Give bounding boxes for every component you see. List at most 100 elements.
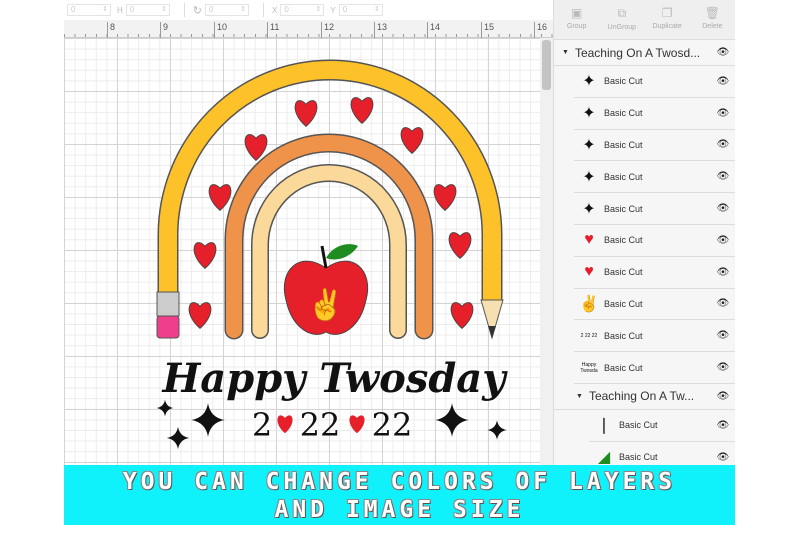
- ungroup-label: UnGroup: [607, 24, 637, 31]
- sparkle-icon: [487, 420, 507, 440]
- layer-row[interactable]: Happy Twosda Basic Cut 👁: [574, 352, 735, 384]
- leaf-thumbnail-icon: ◢: [597, 449, 611, 465]
- artwork-number: 22: [300, 406, 341, 444]
- eye-icon[interactable]: 👁: [711, 108, 735, 119]
- group-name: Teaching On A Tw...: [588, 389, 695, 404]
- group-icon: ▣: [570, 6, 583, 20]
- heart-thumbnail-icon: ♥: [584, 263, 594, 281]
- sparkle-thumbnail-icon: ✦: [582, 73, 596, 91]
- heart-thumbnail-icon: ♥: [584, 231, 594, 249]
- duplicate-button[interactable]: ❐ Duplicate: [645, 0, 690, 39]
- heart: [349, 415, 365, 434]
- trash-icon: 🗑: [704, 6, 720, 20]
- text-thumbnail-icon: Happy Twosda: [580, 361, 598, 374]
- group-label: Group: [566, 23, 587, 30]
- sparkle-icon: [156, 399, 174, 417]
- eye-icon[interactable]: 👁: [711, 420, 735, 431]
- heart: [448, 231, 472, 260]
- layer-row[interactable]: ◢ Basic Cut 👁: [589, 442, 735, 465]
- layer-label: Basic Cut: [604, 203, 643, 214]
- layer-row[interactable]: ✦ Basic Cut 👁: [574, 66, 735, 98]
- duplicate-icon: ❐: [661, 6, 673, 20]
- group-name: Teaching On A Twosd...: [574, 45, 701, 60]
- heart: [400, 126, 424, 155]
- layer-label: Basic Cut: [604, 108, 643, 119]
- heart: [193, 241, 217, 270]
- delete-label: Delete: [702, 23, 723, 30]
- artwork[interactable]: ✌ Happy Twosday 2 22 22: [0, 0, 553, 465]
- layer-row[interactable]: ♥ Basic Cut 👁: [574, 257, 735, 289]
- layers-panel: ▣ Group ⧉ UnGroup ❐ Duplicate 🗑 Delete ▼ Teac…: [553, 0, 735, 465]
- artwork-title: Happy Twosday: [162, 355, 509, 402]
- eye-icon[interactable]: 👁: [711, 139, 735, 150]
- heart: [244, 133, 268, 162]
- layer-tools: ▣ Group ⧉ UnGroup ❐ Duplicate 🗑 Delete: [554, 0, 735, 40]
- caret-down-icon[interactable]: ▼: [562, 49, 569, 56]
- layer-group[interactable]: ▼ Teaching On A Tw... 👁: [554, 384, 735, 410]
- layer-label: Basic Cut: [604, 235, 643, 246]
- pencil-lead: [488, 326, 496, 338]
- promo-banner: YOU CAN CHANGE COLORS OF LAYERS AND IMAG…: [64, 465, 735, 525]
- caret-down-icon[interactable]: ▼: [576, 393, 583, 400]
- artwork-number: 2: [252, 406, 272, 444]
- apple: ✌: [283, 244, 369, 335]
- layer-label: Basic Cut: [604, 171, 643, 182]
- layer-group[interactable]: ▼ Teaching On A Twosd... 👁: [554, 40, 735, 66]
- heart: [277, 415, 293, 434]
- layer-label: Basic Cut: [604, 298, 643, 309]
- eye-icon[interactable]: 👁: [711, 76, 735, 87]
- eye-icon[interactable]: 👁: [711, 298, 735, 309]
- eye-icon[interactable]: 👁: [711, 452, 735, 463]
- layer-row[interactable]: ✦ Basic Cut 👁: [574, 161, 735, 194]
- artwork-number: 22: [372, 406, 413, 444]
- heart: [188, 301, 212, 330]
- duplicate-label: Duplicate: [652, 23, 682, 30]
- layer-row[interactable]: ✦ Basic Cut 👁: [574, 130, 735, 162]
- sparkle-icon: [166, 426, 190, 450]
- pencil-ferrule: [156, 291, 180, 317]
- eye-icon[interactable]: 👁: [711, 47, 735, 58]
- numbers-thumbnail-icon: 2 22 22: [580, 332, 598, 339]
- group-button[interactable]: ▣ Group: [554, 0, 599, 39]
- layer-row[interactable]: ✦ Basic Cut 👁: [574, 98, 735, 130]
- eye-icon[interactable]: 👁: [711, 330, 735, 341]
- heart: [433, 183, 457, 212]
- ungroup-button[interactable]: ⧉ UnGroup: [599, 0, 644, 39]
- layer-row[interactable]: ♥ Basic Cut 👁: [574, 225, 735, 257]
- heart: [208, 183, 232, 212]
- layer-row[interactable]: ✌ Basic Cut 👁: [574, 289, 735, 321]
- pencil-eraser: [156, 315, 180, 339]
- layer-label: Basic Cut: [619, 420, 658, 431]
- delete-button[interactable]: 🗑 Delete: [690, 0, 735, 39]
- layer-label: Basic Cut: [604, 362, 643, 373]
- banner-line: AND IMAGE SIZE: [274, 497, 525, 523]
- layer-row[interactable]: ❘ Basic Cut 👁: [589, 410, 735, 442]
- layer-row[interactable]: 2 22 22 Basic Cut 👁: [574, 320, 735, 353]
- eye-icon[interactable]: 👁: [711, 391, 735, 402]
- eye-icon[interactable]: 👁: [711, 362, 735, 373]
- peace-hand-thumbnail-icon: ✌: [579, 295, 599, 313]
- stem-thumbnail-icon: ❘: [597, 417, 611, 435]
- layer-label: Basic Cut: [619, 452, 658, 463]
- sparkle-thumbnail-icon: ✦: [582, 168, 596, 186]
- heart: [350, 96, 374, 125]
- eye-icon[interactable]: 👁: [711, 203, 735, 214]
- eye-icon[interactable]: 👁: [711, 235, 735, 246]
- ungroup-icon: ⧉: [617, 6, 627, 20]
- heart: [294, 99, 318, 128]
- layer-row[interactable]: ✦ Basic Cut 👁: [574, 193, 735, 225]
- layer-label: Basic Cut: [604, 330, 643, 341]
- banner-line: YOU CAN CHANGE COLORS OF LAYERS: [122, 469, 677, 495]
- layer-label: Basic Cut: [604, 139, 643, 150]
- eye-icon[interactable]: 👁: [711, 171, 735, 182]
- layer-label: Basic Cut: [604, 76, 643, 87]
- peace-hand-icon: ✌: [307, 286, 344, 323]
- sparkle-thumbnail-icon: ✦: [582, 105, 596, 123]
- heart: [450, 301, 474, 330]
- sparkle-icon: [191, 403, 225, 437]
- eye-icon[interactable]: 👁: [711, 267, 735, 278]
- sparkle-thumbnail-icon: ✦: [582, 200, 596, 218]
- sparkle-icon: [435, 403, 469, 437]
- sparkle-thumbnail-icon: ✦: [582, 136, 596, 154]
- layer-label: Basic Cut: [604, 267, 643, 278]
